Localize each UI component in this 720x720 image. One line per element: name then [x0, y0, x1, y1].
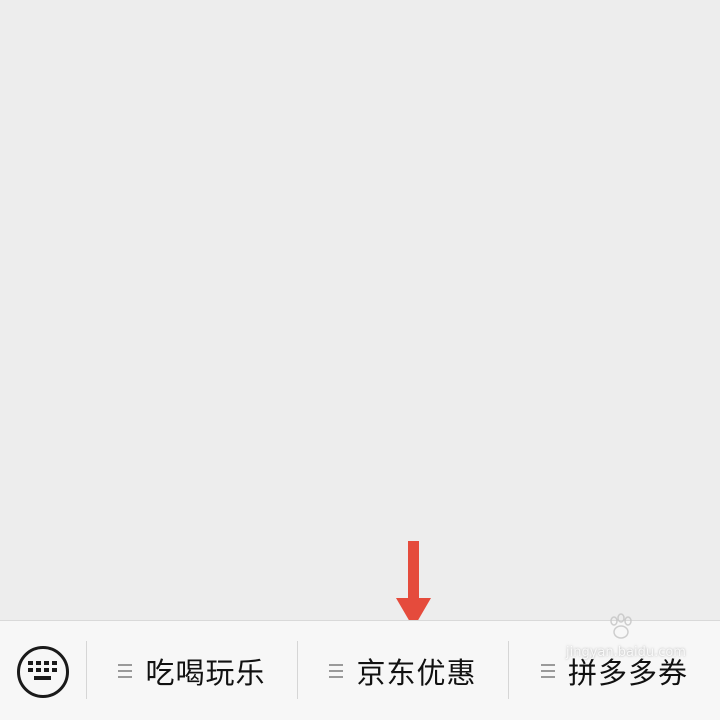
menu-item-label: 京东优惠 — [356, 656, 477, 690]
keyboard-toggle-button[interactable] — [17, 646, 69, 698]
chat-screen: 吃喝玩乐 京东优惠 拼多多券 jingyan.baidu.com — [0, 0, 720, 720]
menu-lines-icon — [540, 664, 555, 678]
menu-item-pinduoduo-coupons[interactable]: 拼多多券 — [509, 621, 720, 720]
official-account-menu-bar: 吃喝玩乐 京东优惠 拼多多券 — [0, 620, 720, 720]
menu-lines-icon — [118, 664, 133, 678]
menu-lines-icon — [329, 664, 344, 678]
menu-item-eat-drink-play[interactable]: 吃喝玩乐 — [87, 621, 297, 720]
keyboard-icon — [28, 661, 57, 680]
menu-item-label: 拼多多券 — [567, 656, 688, 690]
chat-message-area[interactable] — [0, 0, 720, 620]
menu-item-jd-deals[interactable]: 京东优惠 — [298, 621, 508, 720]
menu-item-label: 吃喝玩乐 — [145, 656, 266, 690]
red-arrow-annotation — [396, 541, 431, 628]
